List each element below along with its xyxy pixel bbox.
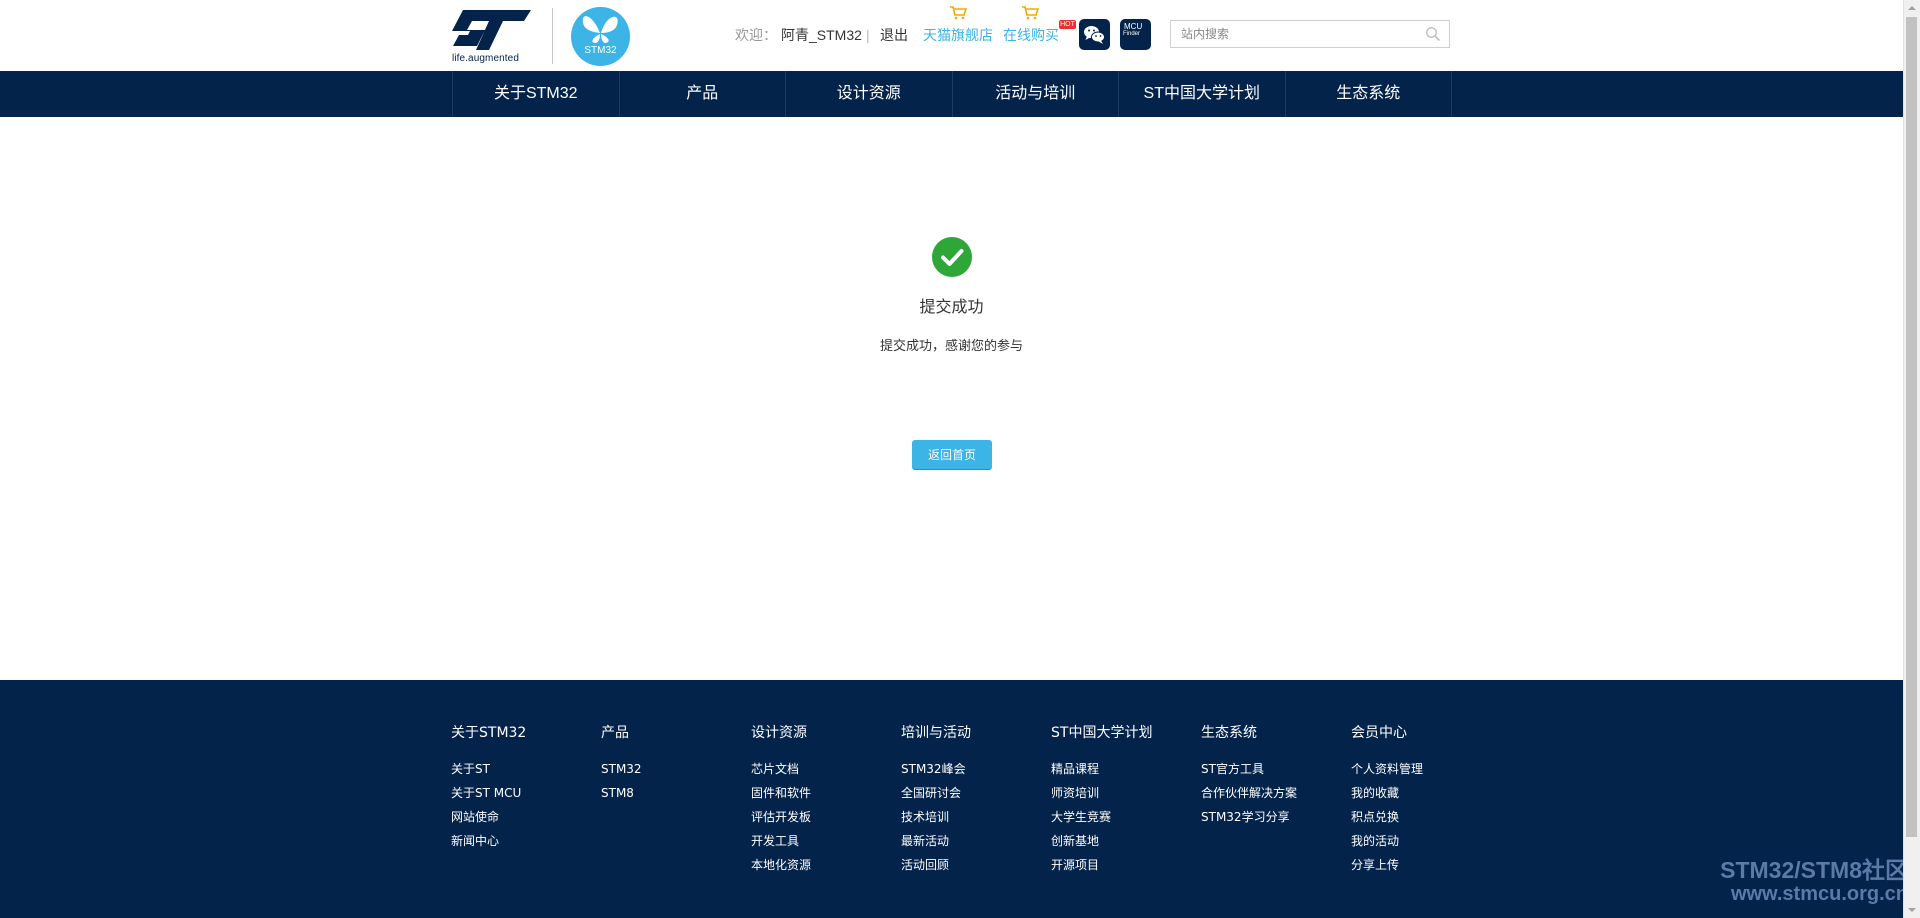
cart-icon <box>1022 6 1039 20</box>
footer-column-member-center: 会员中心 个人资料管理 我的收藏 积点兑换 我的活动 分享上传 <box>1351 723 1491 877</box>
footer-heading: 设计资源 <box>751 725 807 741</box>
status-message: 提交成功，感谢您的参与 <box>879 339 1023 354</box>
wechat-icon <box>1084 26 1105 44</box>
search-icon[interactable] <box>1425 26 1441 42</box>
footer-link[interactable]: 网站使命 <box>451 805 591 829</box>
st-logo[interactable]: life.augmented <box>451 8 533 66</box>
logout-link[interactable]: 退出 <box>880 24 908 46</box>
footer-link[interactable]: 芯片文档 <box>751 757 891 781</box>
logo-divider <box>552 8 553 64</box>
welcome-label: 欢迎： <box>735 27 777 43</box>
username[interactable]: 阿青_STM32 <box>781 24 862 46</box>
footer-column-ecosystem: 生态系统 ST官方工具 合作伙伴解决方案 STM32学习分享 <box>1201 723 1341 829</box>
footer-heading: ST中国大学计划 <box>1051 725 1153 741</box>
footer-link[interactable]: 积点兑换 <box>1351 805 1491 829</box>
footer-link[interactable]: 最新活动 <box>901 829 1041 853</box>
tmall-store-link[interactable]: 天猫旗舰店 <box>923 24 993 46</box>
footer-link[interactable]: 评估开发板 <box>751 805 891 829</box>
footer-link[interactable]: 全国研讨会 <box>901 781 1041 805</box>
nav-item-university-program[interactable]: ST中国大学计划 <box>1119 71 1286 117</box>
footer-link[interactable]: 创新基地 <box>1051 829 1191 853</box>
separator: | <box>866 27 870 43</box>
footer-link[interactable]: 大学生竞赛 <box>1051 805 1191 829</box>
nav-item-design-resources[interactable]: 设计资源 <box>786 71 953 117</box>
site-header: life.augmented STM32 欢迎： 阿青_STM32 | 退出 天… <box>0 0 1903 70</box>
nav-item-products[interactable]: 产品 <box>620 71 786 117</box>
footer-link[interactable]: 我的收藏 <box>1351 781 1491 805</box>
footer-heading: 产品 <box>601 725 629 741</box>
st-logo-tagline: life.augmented <box>452 53 520 64</box>
mcu-finder-button[interactable]: MCU Finder <box>1120 19 1151 50</box>
main-nav: 关于STM32 产品 设计资源 活动与培训 ST中国大学计划 生态系统 <box>0 71 1903 117</box>
footer-link[interactable]: 精品课程 <box>1051 757 1191 781</box>
footer-column-about: 关于STM32 关于ST 关于ST MCU 网站使命 新闻中心 <box>451 723 591 853</box>
footer-link[interactable]: STM32 <box>601 757 741 781</box>
watermark-url: www.stmcu.org.cn <box>1730 883 1908 905</box>
status-title: 提交成功 <box>919 297 984 316</box>
footer-link[interactable]: 师资培训 <box>1051 781 1191 805</box>
footer-link[interactable]: STM32峰会 <box>901 757 1041 781</box>
scrollbar-thumb[interactable] <box>1906 17 1917 837</box>
footer-link[interactable]: 开发工具 <box>751 829 891 853</box>
butterfly-icon <box>582 16 618 43</box>
wechat-button[interactable] <box>1079 19 1110 50</box>
stm32-logo-text: STM32 <box>584 45 617 56</box>
footer-column-training: 培训与活动 STM32峰会 全国研讨会 技术培训 最新活动 活动回顾 <box>901 723 1041 877</box>
vertical-scrollbar[interactable] <box>1903 0 1920 918</box>
footer-link[interactable]: 新闻中心 <box>451 829 591 853</box>
footer-link[interactable]: 固件和软件 <box>751 781 891 805</box>
nav-item-about-stm32[interactable]: 关于STM32 <box>453 71 620 117</box>
site-watermark: STM32/STM8社区 www.stmcu.org.cn <box>1688 857 1908 905</box>
cart-icon <box>950 6 967 20</box>
footer-link[interactable]: 个人资料管理 <box>1351 757 1491 781</box>
footer-link[interactable]: 关于ST <box>451 757 591 781</box>
nav-item-ecosystem[interactable]: 生态系统 <box>1286 71 1452 117</box>
st-logo-icon <box>452 10 531 50</box>
footer-heading: 培训与活动 <box>901 725 971 741</box>
online-buy-link[interactable]: 在线购买 <box>1003 24 1059 46</box>
site-footer: 关于STM32 关于ST 关于ST MCU 网站使命 新闻中心 产品 STM32… <box>0 680 1903 918</box>
footer-link[interactable]: 我的活动 <box>1351 829 1491 853</box>
footer-link[interactable]: 活动回顾 <box>901 853 1041 877</box>
hot-badge: HOT <box>1059 20 1076 29</box>
footer-column-products: 产品 STM32 STM8 <box>601 723 741 805</box>
footer-column-university: ST中国大学计划 精品课程 师资培训 大学生竞赛 创新基地 开源项目 <box>1051 723 1191 877</box>
return-home-button[interactable]: 返回首页 <box>912 440 992 470</box>
footer-link[interactable]: 分享上传 <box>1351 853 1491 877</box>
footer-link[interactable]: STM32学习分享 <box>1201 805 1341 829</box>
footer-heading: 生态系统 <box>1201 725 1257 741</box>
footer-link[interactable]: 合作伙伴解决方案 <box>1201 781 1341 805</box>
watermark-title: STM32/STM8社区 <box>1720 857 1908 883</box>
footer-link[interactable]: 开源项目 <box>1051 853 1191 877</box>
footer-heading: 关于STM32 <box>451 725 527 741</box>
footer-link[interactable]: STM8 <box>601 781 741 805</box>
scroll-down-arrow-icon[interactable] <box>1904 901 1920 918</box>
footer-heading: 会员中心 <box>1351 725 1407 741</box>
nav-item-events-training[interactable]: 活动与培训 <box>953 71 1119 117</box>
mcu-finder-sublabel: Finder <box>1123 31 1141 37</box>
mcu-finder-label: MCU <box>1124 22 1143 31</box>
footer-column-design-resources: 设计资源 芯片文档 固件和软件 评估开发板 开发工具 本地化资源 <box>751 723 891 877</box>
footer-link[interactable]: 技术培训 <box>901 805 1041 829</box>
site-search <box>1170 20 1450 48</box>
footer-link[interactable]: 本地化资源 <box>751 853 891 877</box>
scroll-up-arrow-icon[interactable] <box>1904 0 1920 17</box>
footer-link[interactable]: ST官方工具 <box>1201 757 1341 781</box>
success-check-icon <box>932 237 972 277</box>
search-input[interactable] <box>1171 21 1421 47</box>
stm32-logo[interactable]: STM32 <box>571 7 630 66</box>
footer-link[interactable]: 关于ST MCU <box>451 781 591 805</box>
